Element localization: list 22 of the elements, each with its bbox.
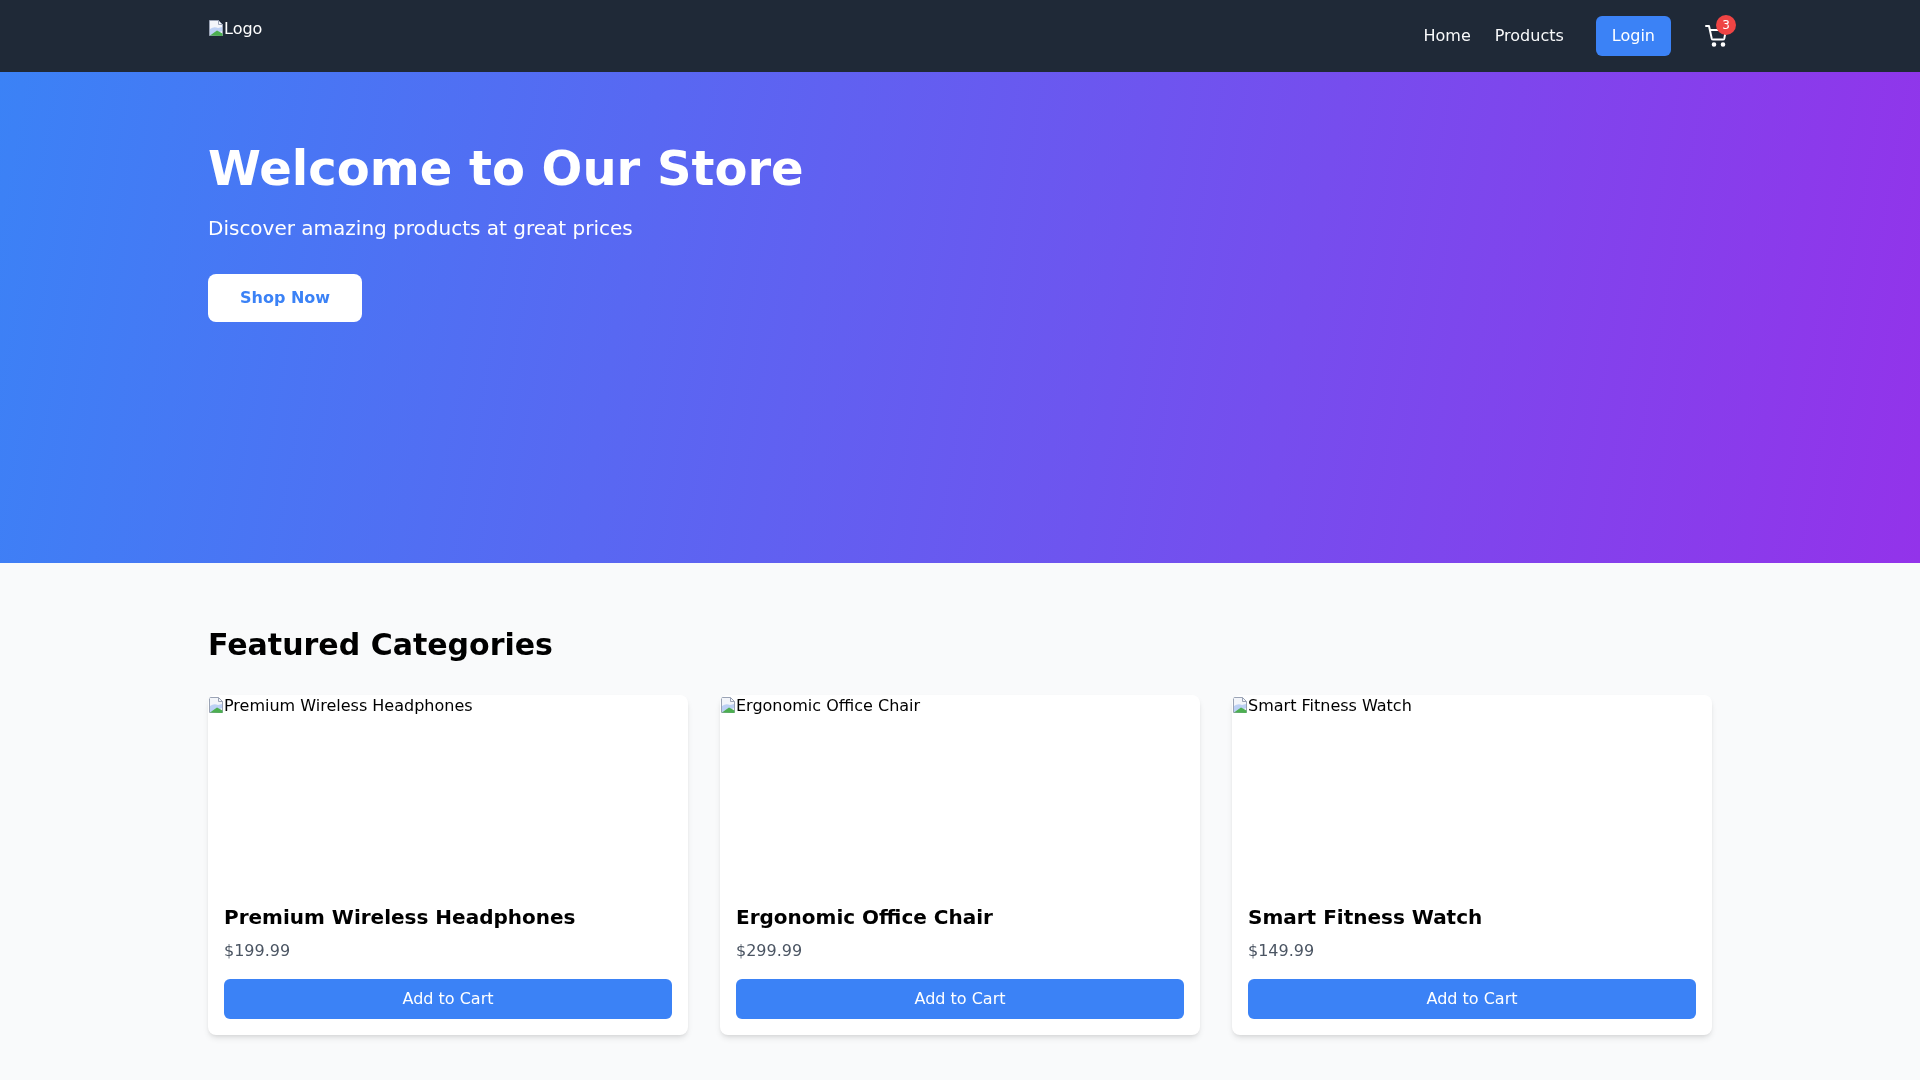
logo-alt-text: Logo <box>224 20 263 38</box>
image-alt-text: Ergonomic Office Chair <box>736 695 921 717</box>
nav-link[interactable]: Home <box>1423 24 1471 48</box>
hero-title: Welcome to Our Store <box>208 139 804 198</box>
image-alt-text: Smart Fitness Watch <box>1248 695 1412 717</box>
product-name: Premium Wireless Headphones <box>224 904 576 931</box>
add-to-cart-button[interactable]: Add to Cart <box>224 979 672 1019</box>
cart-count-badge: 3 <box>1716 15 1736 35</box>
product-price: $299.99 <box>736 940 803 962</box>
broken-image-icon <box>208 20 224 36</box>
product-name: Smart Fitness Watch <box>1248 904 1483 931</box>
hero-subtitle: Discover amazing products at great prices <box>208 215 633 242</box>
product-price: $199.99 <box>224 940 291 962</box>
product-name: Ergonomic Office Chair <box>736 904 993 931</box>
section-title: Featured Categories <box>208 627 553 663</box>
shop-now-button[interactable]: Shop Now <box>208 274 363 322</box>
login-button[interactable]: Login <box>1595 16 1671 56</box>
product-price: $149.99 <box>1248 940 1315 962</box>
add-to-cart-button[interactable]: Add to Cart <box>736 979 1184 1019</box>
nav-link[interactable]: Products <box>1494 24 1564 48</box>
image-alt-text: Premium Wireless Headphones <box>224 695 473 717</box>
add-to-cart-button[interactable]: Add to Cart <box>1248 979 1696 1019</box>
